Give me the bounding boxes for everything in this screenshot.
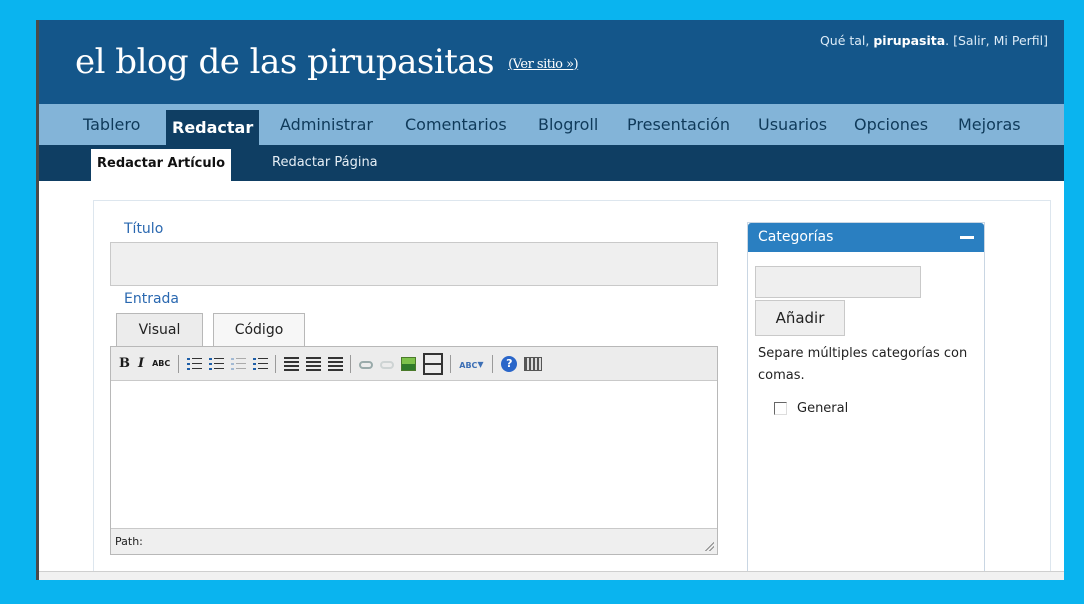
- editor-toolbar: B I ABC ABC▾ ?: [111, 347, 717, 381]
- help-icon[interactable]: ?: [501, 355, 518, 372]
- tab-codigo[interactable]: Código: [213, 313, 305, 346]
- menu-item-tablero[interactable]: Tablero: [83, 104, 140, 145]
- add-category-button[interactable]: Añadir: [755, 300, 845, 336]
- strikethrough-icon[interactable]: ABC: [152, 359, 170, 368]
- image-icon[interactable]: [401, 356, 417, 371]
- header: el blog de las pirupasitas (Ver sitio ») …: [39, 20, 1064, 104]
- blog-title-text: el blog de las pirupasitas: [75, 42, 495, 82]
- categories-help-text: Separe múltiples categorías con comas.: [758, 346, 968, 383]
- resize-grip-icon[interactable]: [704, 541, 714, 551]
- menu-item-opciones[interactable]: Opciones: [854, 104, 928, 145]
- submenu-item-redactar-articulo[interactable]: Redactar Artículo: [91, 149, 232, 181]
- align-left-icon[interactable]: [284, 356, 300, 371]
- toolbar-separator: [450, 354, 452, 373]
- tab-visual[interactable]: Visual: [116, 313, 203, 347]
- blog-title: el blog de las pirupasitas (Ver sitio »): [75, 42, 579, 82]
- menu-item-blogroll[interactable]: Blogroll: [538, 104, 598, 145]
- greeting-prefix: Qué tal,: [819, 33, 874, 48]
- toolbar-separator: [492, 354, 494, 373]
- username: pirupasita: [873, 33, 946, 48]
- category-checkbox[interactable]: [774, 402, 787, 415]
- menu-item-administrar[interactable]: Administrar: [280, 104, 373, 145]
- main-menu: Tablero Redactar Administrar Comentarios…: [39, 104, 1064, 145]
- spellcheck-icon[interactable]: ABC▾: [459, 357, 485, 371]
- status-strip: [39, 571, 1064, 580]
- keyboard-icon[interactable]: [524, 356, 543, 371]
- link-icon[interactable]: [359, 361, 374, 369]
- menu-item-usuarios[interactable]: Usuarios: [758, 104, 827, 145]
- sub-menu: Redactar Artículo Redactar Página: [39, 145, 1064, 181]
- entry-label: Entrada: [124, 291, 180, 307]
- category-label: General: [797, 401, 849, 416]
- account-links[interactable]: . [Salir, Mi Perfil]: [945, 33, 1048, 48]
- align-right-icon[interactable]: [328, 356, 344, 371]
- toolbar-separator: [275, 354, 277, 373]
- title-label: Título: [124, 221, 164, 237]
- path-label: Path:: [115, 535, 143, 548]
- categories-box: Categorías Añadir Separe múltiples categ…: [747, 222, 985, 580]
- editor-path-bar: Path:: [111, 528, 717, 554]
- spellcheck-label: ABC: [459, 360, 478, 370]
- compose-panel: Título Entrada Visual Código B I ABC ABC…: [93, 200, 1051, 580]
- align-center-icon[interactable]: [306, 356, 322, 371]
- app-window: el blog de las pirupasitas (Ver sitio ») …: [36, 20, 1064, 580]
- toolbar-separator: [350, 354, 352, 373]
- numbered-list-icon[interactable]: [209, 357, 225, 371]
- user-greeting: Qué tal, pirupasita. [Salir, Mi Perfil]: [820, 33, 1048, 48]
- post-editor: B I ABC ABC▾ ? Path:: [110, 346, 718, 555]
- categories-header[interactable]: Categorías: [748, 223, 984, 252]
- toolbar-separator: [178, 354, 180, 373]
- window-edge: [36, 20, 39, 580]
- title-input[interactable]: [110, 242, 718, 286]
- bullet-list-icon[interactable]: [187, 357, 203, 371]
- view-site-link[interactable]: (Ver sitio »): [508, 57, 579, 72]
- new-category-input[interactable]: [755, 266, 921, 298]
- bold-icon[interactable]: B: [119, 356, 130, 371]
- indent-icon[interactable]: [253, 357, 269, 371]
- categories-title: Categorías: [758, 229, 834, 245]
- menu-item-redactar[interactable]: Redactar: [166, 110, 260, 145]
- menu-item-comentarios[interactable]: Comentarios: [405, 104, 507, 145]
- more-tag-icon[interactable]: [423, 352, 444, 375]
- menu-item-presentacion[interactable]: Presentación: [627, 104, 730, 145]
- outdent-icon[interactable]: [231, 357, 247, 371]
- category-item-general[interactable]: General: [774, 401, 848, 416]
- italic-icon[interactable]: I: [138, 356, 144, 371]
- unlink-icon[interactable]: [380, 361, 395, 369]
- submenu-item-redactar-pagina[interactable]: Redactar Página: [272, 145, 378, 181]
- collapse-icon[interactable]: [960, 236, 974, 239]
- menu-item-mejoras[interactable]: Mejoras: [958, 104, 1021, 145]
